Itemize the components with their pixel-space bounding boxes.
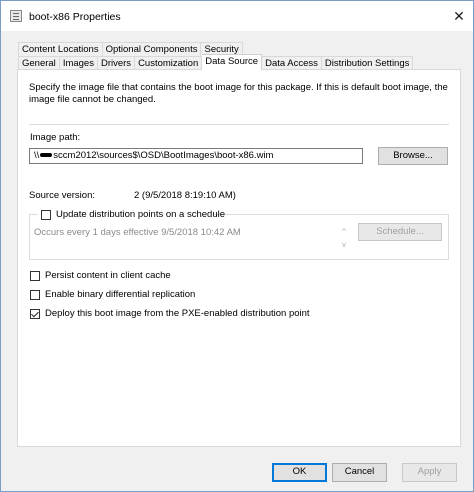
browse-button[interactable]: Browse... <box>378 147 448 165</box>
deploy-pxe-checkbox[interactable] <box>30 309 40 319</box>
properties-icon <box>10 10 22 22</box>
data-source-panel: Specify the image file that contains the… <box>17 69 461 447</box>
tab-general[interactable]: General <box>18 56 60 70</box>
binary-diff-checkbox[interactable] <box>30 290 40 300</box>
close-icon[interactable]: ✕ <box>451 8 467 24</box>
tab-data-access[interactable]: Data Access <box>262 56 322 70</box>
schedule-header: Update distribution points on a schedule <box>38 209 225 221</box>
tab-distribution-settings[interactable]: Distribution Settings <box>321 56 414 70</box>
tab-drivers[interactable]: Drivers <box>97 56 136 70</box>
tab-images[interactable]: Images <box>59 56 98 70</box>
binary-diff-label: Enable binary differential replication <box>45 289 196 300</box>
scroll-down-icon: v <box>342 240 346 249</box>
redacted-server-name <box>40 153 53 158</box>
schedule-checkbox[interactable] <box>41 210 51 220</box>
tab-customization[interactable]: Customization <box>135 56 203 70</box>
panel-description: Specify the image file that contains the… <box>29 82 448 105</box>
schedule-button[interactable]: Schedule... <box>358 223 442 241</box>
image-path-value: sccm2012\sources$\OSD\BootImages\boot-x8… <box>53 150 274 161</box>
tab-row-front: General Images Drivers Customization Dat… <box>18 54 414 70</box>
tab-content-locations[interactable]: Content Locations <box>18 42 103 56</box>
image-path-label: Image path: <box>30 132 81 143</box>
source-version-value: 2 (9/5/2018 8:19:10 AM) <box>134 190 236 201</box>
apply-button[interactable]: Apply <box>402 463 457 482</box>
deploy-pxe-label: Deploy this boot image from the PXE-enab… <box>45 308 310 319</box>
image-path-prefix: \\ <box>34 150 40 161</box>
properties-dialog: boot-x86 Properties ✕ Content Locations … <box>0 0 474 492</box>
persist-label: Persist content in client cache <box>45 270 171 281</box>
source-version-label: Source version: <box>29 190 96 201</box>
cancel-button[interactable]: Cancel <box>332 463 387 482</box>
ok-button[interactable]: OK <box>272 463 327 482</box>
tab-optional-components[interactable]: Optional Components <box>102 42 202 56</box>
title-bar: boot-x86 Properties ✕ <box>1 1 473 31</box>
scroll-up-icon: ^ <box>342 227 346 236</box>
image-path-input[interactable]: \\ sccm2012\sources$\OSD\BootImages\boot-… <box>29 148 363 164</box>
persist-checkbox[interactable] <box>30 271 40 281</box>
window-title: boot-x86 Properties <box>29 11 121 23</box>
schedule-summary: Occurs every 1 days effective 9/5/2018 1… <box>34 227 241 238</box>
tab-data-source[interactable]: Data Source <box>202 54 263 70</box>
schedule-checkbox-label: Update distribution points on a schedule <box>56 209 226 220</box>
divider <box>29 124 449 125</box>
